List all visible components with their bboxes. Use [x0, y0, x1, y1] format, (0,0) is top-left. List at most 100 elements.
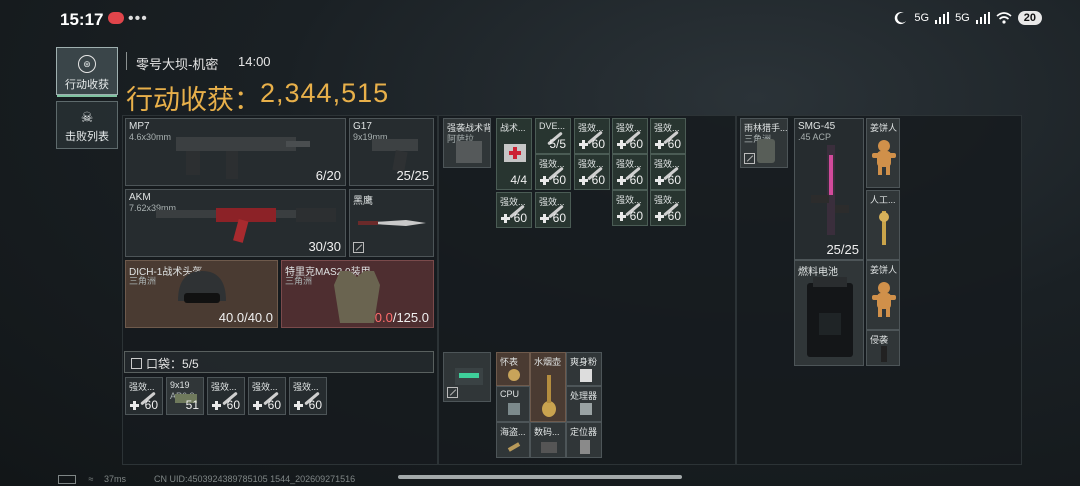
case-item[interactable]: CPU [496, 386, 530, 422]
plus-icon [579, 140, 588, 149]
stim-slot[interactable]: 强效... 60 [612, 190, 648, 226]
status-indicators: 5G 5G 20 [894, 11, 1042, 25]
wifi-icon [996, 12, 1012, 24]
knife-icon [358, 220, 426, 226]
item-name: 9x19 [170, 380, 190, 390]
item-count: 5/5 [549, 137, 566, 151]
no-durability-icon [447, 387, 458, 398]
stim-slot[interactable]: 强效... 60 [650, 118, 686, 154]
item-count: 60 [226, 398, 240, 412]
no-durability-icon [353, 242, 364, 253]
rig-slot[interactable]: 强袭战术背心 阿萨拉 [443, 118, 491, 168]
durability: 0.0/125.0 [375, 310, 429, 325]
tactical-item-slot[interactable]: 战术... 4/4 [496, 118, 532, 190]
notification-badge-icon [108, 12, 124, 24]
case-slot[interactable] [443, 352, 491, 402]
invasion-item-icon [881, 346, 887, 362]
item-name: 强效... [293, 382, 319, 392]
hookah-icon [542, 375, 556, 417]
bag-item[interactable]: 人工... [866, 190, 900, 260]
gingerbread-icon [872, 140, 896, 175]
plus-icon [655, 212, 664, 221]
case-item[interactable]: 爽身粉 [566, 352, 602, 386]
case-item[interactable]: 数码... [530, 422, 566, 458]
stim-slot[interactable]: 强效... 60 [612, 154, 648, 190]
item-count: 60 [667, 209, 681, 223]
stim-slot[interactable]: 强效... 60 [496, 192, 532, 228]
pocket-item-stim[interactable]: 强效... 60 [248, 377, 286, 415]
ammo-count: 25/25 [396, 168, 429, 183]
plus-icon [617, 212, 626, 221]
item-name: 战术... [500, 123, 526, 133]
pirate-item-icon [507, 442, 521, 452]
armor-slot[interactable]: 特里克MAS2.0装甲 三角洲 0.0/125.0 [281, 260, 434, 328]
weapon-slot-g17[interactable]: G17 9x19mm 25/25 [349, 118, 434, 186]
moon-icon [895, 12, 907, 25]
stim-slot[interactable]: 强效... 60 [535, 192, 571, 228]
stim-slot[interactable]: 强效... 60 [612, 118, 648, 154]
item-name: 定位器 [570, 427, 598, 437]
item-sub: 三角洲 [285, 276, 313, 286]
signal-5g-label-2: 5G [955, 12, 970, 24]
processor-icon [580, 403, 592, 415]
melee-slot[interactable]: 黑鹰 [349, 189, 434, 257]
stim-slot[interactable]: 强效... 60 [650, 154, 686, 190]
tab-action-haul[interactable]: ⊛ 行动收获 [56, 47, 118, 97]
pocket-item-stim[interactable]: 强效... 60 [207, 377, 245, 415]
item-name: 燃料电池 [798, 267, 838, 278]
item-name: AKM [129, 192, 151, 203]
stim-slot[interactable]: 强效... 60 [574, 118, 610, 154]
tab-kill-list[interactable]: ☠ 击败列表 [56, 101, 118, 149]
case-item[interactable]: 水烟壶 [530, 352, 566, 422]
stim-slot[interactable]: 强效... 60 [574, 154, 610, 190]
item-name: 水烟壶 [534, 357, 562, 367]
pocket-count: 5/5 [182, 357, 199, 371]
backpack-slot[interactable]: 雨林猎手... 三角洲 [740, 118, 788, 168]
item-count: 51 [185, 398, 199, 412]
bottom-status: ≈ 37ms [58, 474, 126, 485]
bag-item[interactable]: 姜饼人 [866, 260, 900, 330]
item-count: 60 [667, 173, 681, 187]
plus-icon [655, 140, 664, 149]
durability-total: /125.0 [392, 310, 429, 325]
home-indicator[interactable] [398, 475, 682, 479]
case-item[interactable]: 怀表 [496, 352, 530, 386]
item-count: 60 [629, 137, 643, 151]
dve-slot[interactable]: DVE... 5/5 [535, 118, 571, 154]
battery-level: 20 [1017, 11, 1042, 25]
pocket-item-ammo[interactable]: 9x19 AP6.3 51 [166, 377, 204, 415]
item-count: 60 [667, 137, 681, 151]
stim-slot[interactable]: 强效... 60 [650, 190, 686, 226]
weapon-slot-mp7[interactable]: MP7 4.6x30mm 6/20 [125, 118, 346, 186]
fuel-cell-icon [807, 277, 853, 357]
smg-slot[interactable]: SMG-45 .45 ACP 25/25 [794, 118, 864, 260]
bag-item[interactable]: 姜饼人 [866, 118, 900, 188]
item-name: 数码... [534, 427, 560, 437]
pocket-item-stim[interactable]: 强效... 60 [125, 377, 163, 415]
status-more-dots: ••• [128, 10, 148, 27]
bag-item[interactable]: 侵袭 [866, 330, 900, 366]
pistol-icon [372, 139, 418, 172]
durability-current: 0.0 [374, 310, 393, 325]
smg-icon [811, 145, 849, 235]
fuel-cell-slot[interactable]: 燃料电池 [794, 260, 864, 366]
haul-label: 行动收获： [126, 85, 261, 115]
case-item[interactable]: 定位器 [566, 422, 602, 458]
pocket-item-stim[interactable]: 强效... 60 [289, 377, 327, 415]
durability: 40.0/40.0 [218, 310, 273, 325]
pocket-icon [131, 358, 142, 369]
case-item[interactable]: 处理器 [566, 386, 602, 422]
item-name: MP7 [129, 121, 150, 132]
map-name: 零号大坝-机密 [136, 57, 219, 72]
helmet-slot[interactable]: DICH-1战术头盔 三角洲 40.0/40.0 [125, 260, 278, 328]
pocket-watch-icon [508, 369, 520, 381]
weapon-slot-akm[interactable]: AKM 7.62x39mm 30/30 [125, 189, 346, 257]
item-count: 4/4 [510, 173, 527, 187]
item-count: 60 [552, 211, 566, 225]
case-item[interactable]: 海盗... [496, 422, 530, 458]
plus-icon [253, 401, 262, 410]
stim-slot[interactable]: 强效... 60 [535, 154, 571, 190]
ammo-count: 25/25 [826, 242, 859, 257]
medkit-icon [504, 144, 526, 162]
item-name: G17 [353, 121, 372, 132]
